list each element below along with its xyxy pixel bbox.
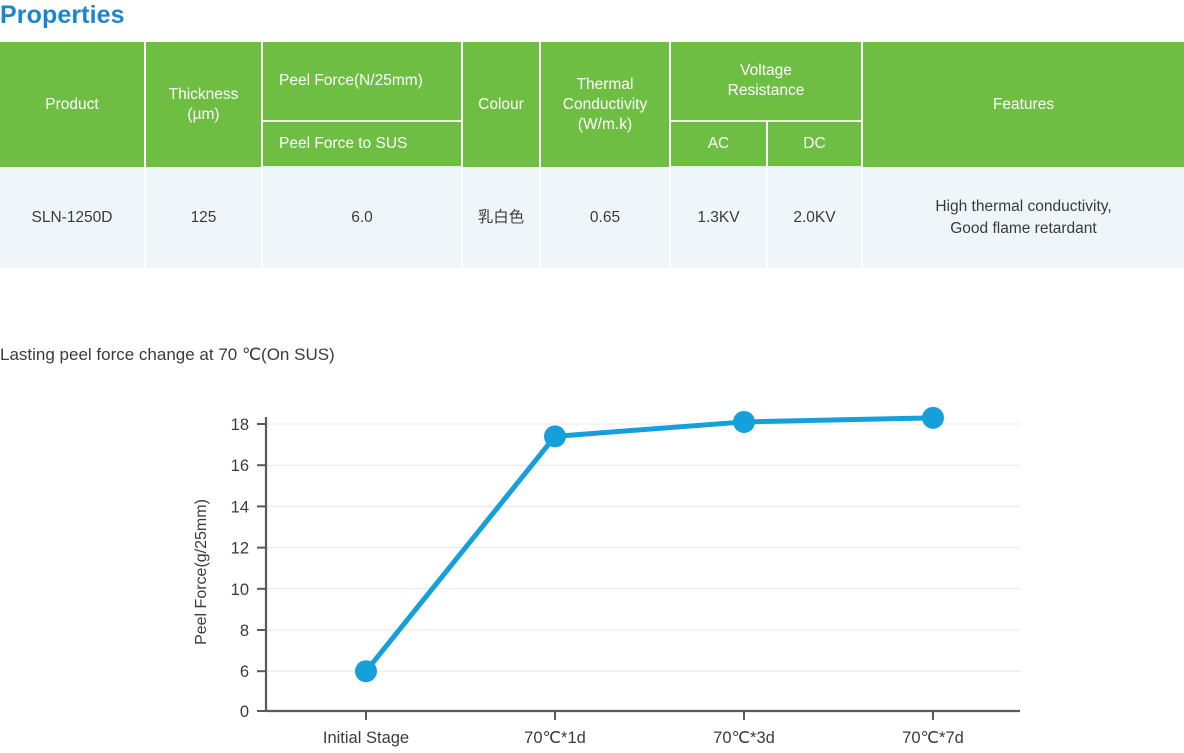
data-point-marker (544, 425, 566, 447)
column-header-features: Features (862, 42, 1184, 167)
column-header-thermal-line3: (W/m.k) (578, 116, 632, 133)
table-row: SLN-1250D 125 6.0 乳白色 0.65 1.3KV 2.0KV H… (0, 167, 1184, 268)
y-tick-label: 0 (240, 703, 249, 721)
column-header-thickness-line2: (µm) (187, 106, 219, 123)
column-header-thermal-line2: Conductivity (563, 96, 647, 113)
cell-peel-force-to-sus: 6.0 (262, 167, 462, 268)
cell-thickness: 125 (145, 167, 262, 268)
peel-force-line-chart: 0 6 8 10 12 14 16 18 Initial Stage 70℃*1d 70℃*3d 7… (0, 395, 1184, 753)
y-tick-label: 14 (231, 498, 249, 516)
chart-gridlines (266, 424, 1020, 671)
y-tick-label: 12 (231, 540, 249, 558)
cell-features-line1: High thermal conductivity, (935, 198, 1111, 215)
properties-table: Product Thickness (µm) Peel Force(N/25mm… (0, 42, 1184, 268)
x-tick-label: 70℃*7d (902, 729, 964, 747)
column-header-product: Product (0, 42, 145, 167)
y-tick-label: 10 (231, 581, 249, 599)
chart-series-line (366, 418, 933, 671)
table-body: SLN-1250D 125 6.0 乳白色 0.65 1.3KV 2.0KV H… (0, 167, 1184, 268)
column-header-thickness-line1: Thickness (169, 86, 239, 103)
column-header-thermal-conductivity: Thermal Conductivity (W/m.k) (540, 42, 670, 167)
column-header-thermal-line1: Thermal (577, 76, 634, 93)
cell-voltage-dc: 2.0KV (767, 167, 862, 268)
column-header-peel-force-to-sus: Peel Force to SUS (262, 121, 462, 167)
chart-svg: 0 6 8 10 12 14 16 18 Initial Stage 70℃*1d 70℃*3d 7… (0, 395, 1184, 753)
column-header-voltage-resistance-group: Voltage Resistance (670, 42, 862, 121)
data-point-marker (733, 411, 755, 433)
column-header-voltage-dc: DC (767, 121, 862, 167)
cell-thermal-conductivity: 0.65 (540, 167, 670, 268)
table-header: Product Thickness (µm) Peel Force(N/25mm… (0, 42, 1184, 167)
column-header-voltage-line1: Voltage (740, 62, 792, 79)
y-tick-label: 16 (231, 457, 249, 475)
column-header-colour: Colour (462, 42, 540, 167)
y-axis-title: Peel Force(g/25mm) (193, 499, 210, 645)
x-tick-label: 70℃*3d (713, 729, 775, 747)
y-tick-label: 18 (231, 416, 249, 434)
column-header-peel-force-group: Peel Force(N/25mm) (262, 42, 462, 121)
chart-y-ticks: 0 6 8 10 12 14 16 18 (231, 416, 266, 721)
data-point-marker (355, 660, 377, 682)
cell-features-line2: Good flame retardant (950, 220, 1096, 237)
column-header-voltage-ac: AC (670, 121, 767, 167)
page-title: Properties (0, 0, 125, 32)
column-header-voltage-line2: Resistance (728, 82, 805, 99)
column-header-thickness: Thickness (µm) (145, 42, 262, 167)
data-point-marker (922, 407, 944, 429)
y-tick-label: 8 (240, 622, 249, 640)
chart-x-ticks: Initial Stage 70℃*1d 70℃*3d 70℃*7d (323, 711, 964, 747)
cell-voltage-ac: 1.3KV (670, 167, 767, 268)
y-tick-label: 6 (240, 663, 249, 681)
cell-colour: 乳白色 (462, 167, 540, 268)
table-header-row-top: Product Thickness (µm) Peel Force(N/25mm… (0, 42, 1184, 121)
x-tick-label: 70℃*1d (524, 729, 586, 747)
cell-features: High thermal conductivity, Good flame re… (862, 167, 1184, 268)
x-tick-label: Initial Stage (323, 729, 409, 747)
cell-product: SLN-1250D (0, 167, 145, 268)
chart-caption: Lasting peel force change at 70 ℃(On SUS… (0, 342, 335, 368)
chart-data-markers (355, 407, 944, 682)
